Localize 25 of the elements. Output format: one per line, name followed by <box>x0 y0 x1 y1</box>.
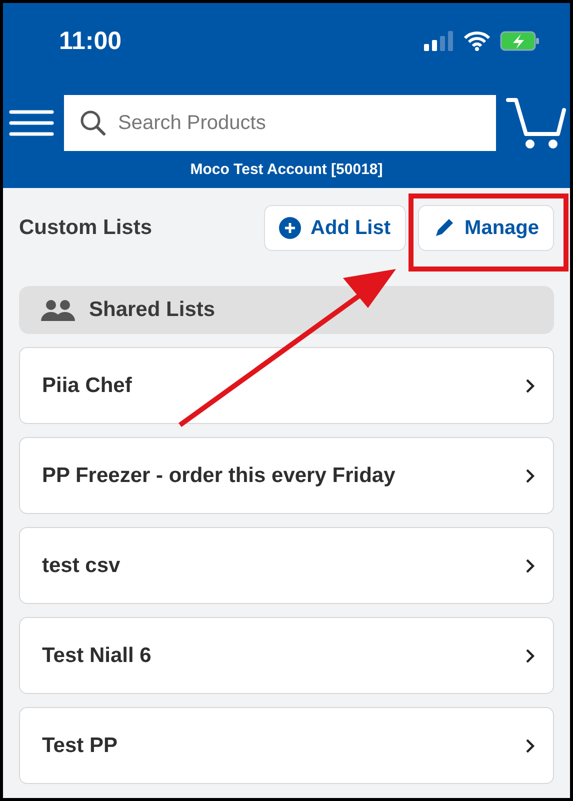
battery-charging-icon <box>500 31 540 51</box>
list-item[interactable]: Test PP <box>19 707 554 784</box>
section-title: Custom Lists <box>19 216 154 240</box>
search-icon <box>80 110 106 136</box>
status-time: 11:00 <box>59 26 122 56</box>
chevron-right-icon <box>525 378 535 394</box>
list-item[interactable]: Test Niall 6 <box>19 617 554 694</box>
cart-icon[interactable] <box>506 96 566 150</box>
plus-circle-icon <box>278 217 301 239</box>
add-list-button[interactable]: Add List <box>264 205 406 251</box>
signal-icon <box>424 31 454 51</box>
chevron-right-icon <box>525 558 535 574</box>
chevron-right-icon <box>525 648 535 664</box>
menu-icon[interactable] <box>9 110 54 136</box>
chevron-right-icon <box>525 468 535 484</box>
people-icon <box>41 299 75 321</box>
list-item[interactable]: Piia Chef <box>19 347 554 424</box>
shared-lists-tab[interactable]: Shared Lists <box>19 286 554 334</box>
manage-button[interactable]: Manage <box>418 205 554 251</box>
list-item[interactable]: PP Freezer - order this every Friday <box>19 437 554 514</box>
account-name: Moco Test Account [50018] <box>189 161 384 178</box>
chevron-right-icon <box>525 738 535 754</box>
list-item[interactable]: test csv <box>19 527 554 604</box>
wifi-icon <box>464 31 490 51</box>
search-field[interactable]: Search Products <box>64 95 496 151</box>
